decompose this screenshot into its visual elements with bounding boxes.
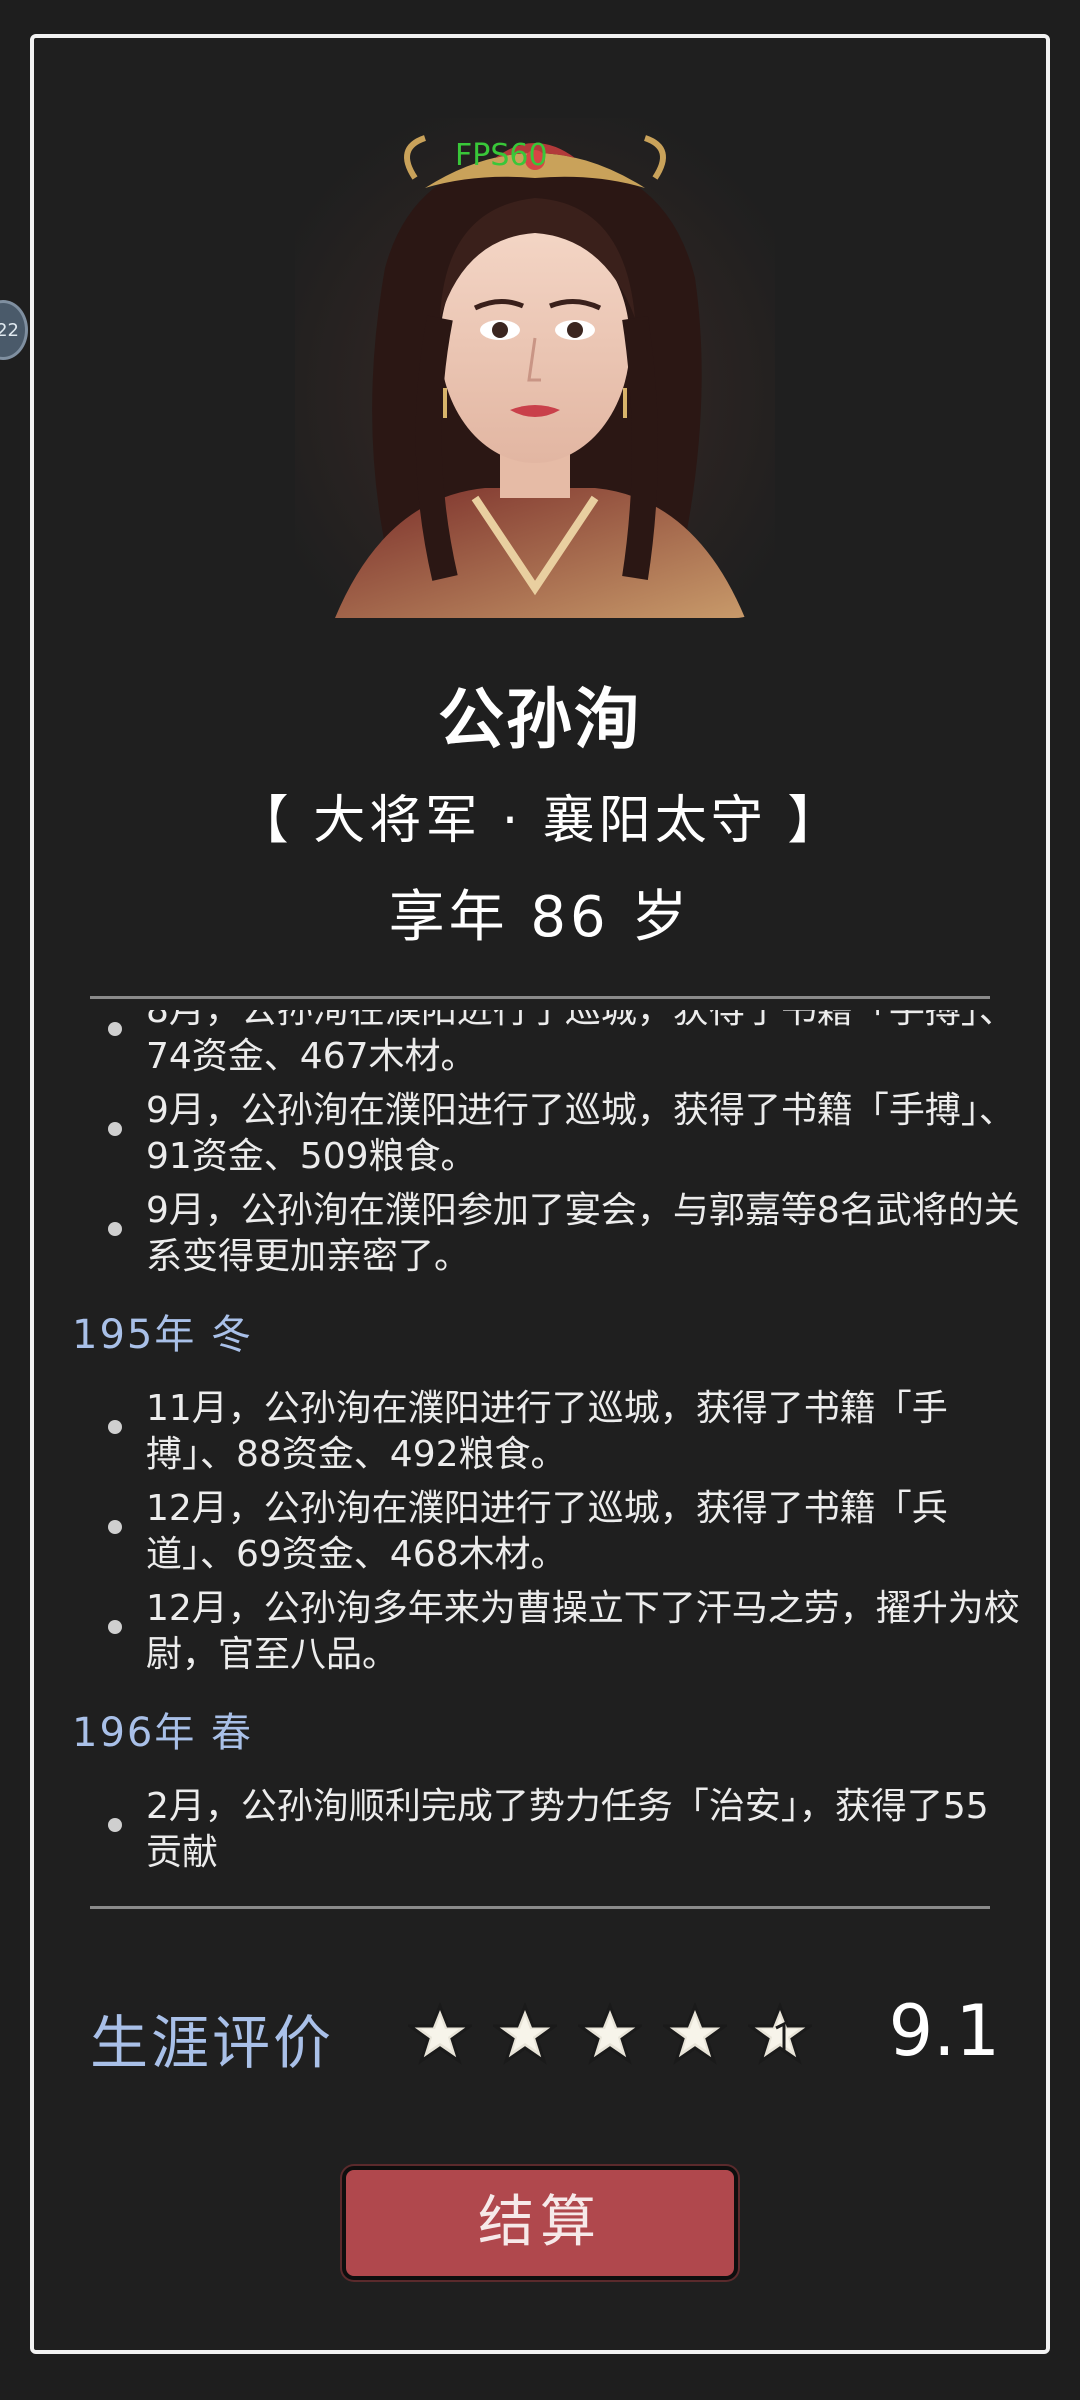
log-item: 11月，公孙洵在濮阳进行了巡城，获得了书籍「手搏」、88资金、492粮食。 — [60, 1386, 1020, 1478]
character-portrait — [295, 118, 775, 618]
log-item: 8月，公孙洵在濮阳进行了巡城，获得了书籍「手搏」、74资金、467木材。 — [60, 1010, 1020, 1080]
character-name: 公孙洵 — [438, 681, 642, 758]
log-item: 12月，公孙洵多年来为曹操立下了汗马之劳，擢升为校尉，官至八品。 — [60, 1586, 1020, 1678]
floating-assist-button[interactable]: 22 — [0, 300, 28, 360]
career-score: 9.1 — [888, 1990, 1000, 2072]
fps-counter: FPS60 — [455, 138, 548, 173]
settle-button-label: 结算 — [478, 2190, 602, 2255]
settle-button[interactable]: 结算 — [342, 2166, 738, 2280]
floating-assist-label: 22 — [0, 319, 19, 341]
log-item-text: 9月，公孙洵在濮阳进行了巡城，获得了书籍「手搏」、91资金、509粮食。 — [146, 1090, 1015, 1177]
bullet-icon — [108, 1222, 122, 1236]
log-item-text: 11月，公孙洵在濮阳进行了巡城，获得了书籍「手搏」、88资金、492粮食。 — [146, 1388, 948, 1475]
star-icon — [408, 2002, 472, 2065]
season-header: 195年 冬 — [72, 1312, 254, 1358]
bullet-icon — [108, 1420, 122, 1434]
star-icon — [493, 2002, 557, 2065]
star-icon — [663, 2002, 727, 2065]
character-titles: 【 大将军 · 襄阳太守 】 — [236, 791, 844, 851]
bullet-icon — [108, 1022, 122, 1036]
bullet-icon — [108, 1620, 122, 1634]
bullet-icon — [108, 1818, 122, 1832]
log-item: 2月，公孙洵顺利完成了势力任务「治安」，获得了55贡献 — [60, 1784, 1020, 1872]
log-item-text: 12月，公孙洵在濮阳进行了巡城，获得了书籍「兵道」、69资金、468木材。 — [146, 1488, 948, 1575]
log-item-text: 8月，公孙洵在濮阳进行了巡城，获得了书籍「手搏」、74资金、467木材。 — [146, 1010, 1015, 1077]
log-item-text: 12月，公孙洵多年来为曹操立下了汗马之劳，擢升为校尉，官至八品。 — [146, 1588, 1020, 1675]
log-item: 9月，公孙洵在濮阳进行了巡城，获得了书籍「手搏」、91资金、509粮食。 — [60, 1088, 1020, 1180]
character-age: 享年 86 岁 — [388, 885, 692, 950]
event-log-list: 8月，公孙洵在濮阳进行了巡城，获得了书籍「手搏」、74资金、467木材。 9月，… — [60, 1010, 1020, 1872]
star-half-icon — [748, 2002, 812, 2065]
bottom-divider — [90, 1906, 990, 1909]
log-item-text: 2月，公孙洵顺利完成了势力任务「治安」，获得了55贡献 — [146, 1786, 989, 1872]
season-header: 196年 春 — [72, 1710, 254, 1756]
portrait-illustration — [295, 118, 775, 618]
top-divider — [90, 996, 990, 999]
event-log-scroll[interactable]: 8月，公孙洵在濮阳进行了巡城，获得了书籍「手搏」、74资金、467木材。 9月，… — [60, 1010, 1020, 1872]
career-rating-label: 生涯评价 — [90, 2009, 335, 2077]
log-item-text: 9月，公孙洵在濮阳参加了宴会，与郭嘉等8名武将的关系变得更加亲密了。 — [146, 1190, 1020, 1277]
log-item: 9月，公孙洵在濮阳参加了宴会，与郭嘉等8名武将的关系变得更加亲密了。 — [60, 1188, 1020, 1280]
bullet-icon — [108, 1122, 122, 1136]
star-icon — [578, 2002, 642, 2065]
career-star-rating — [408, 2002, 828, 2072]
log-item: 12月，公孙洵在濮阳进行了巡城，获得了书籍「兵道」、69资金、468木材。 — [60, 1486, 1020, 1578]
bullet-icon — [108, 1520, 122, 1534]
